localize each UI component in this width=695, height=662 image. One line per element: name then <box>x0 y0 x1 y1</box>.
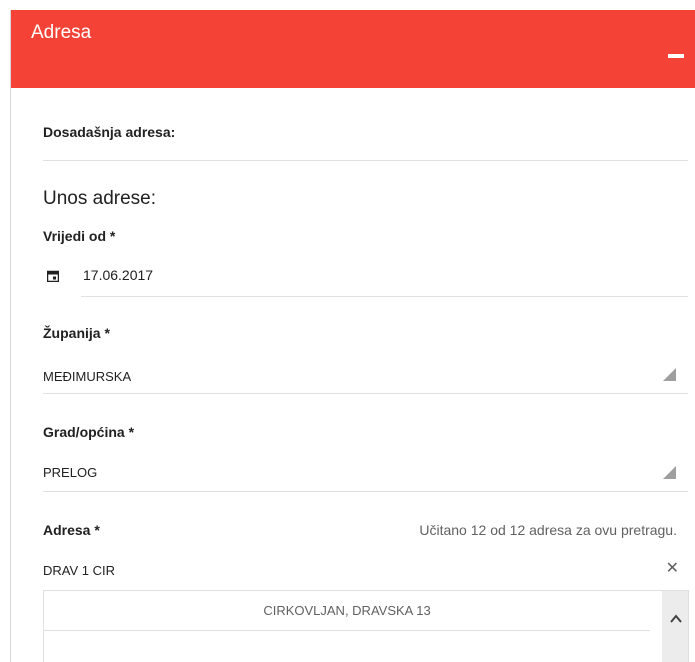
county-underline <box>43 393 688 394</box>
close-icon[interactable]: ✕ <box>666 558 679 578</box>
address-results-list: CIRKOVLJAN, DRAVSKA 13 <box>43 590 689 662</box>
chevron-up-icon[interactable] <box>670 613 682 625</box>
valid-from-label: Vrijedi od * <box>43 228 116 244</box>
dropdown-arrow-icon[interactable] <box>663 368 676 381</box>
date-underline <box>81 296 688 297</box>
panel-header[interactable]: Adresa <box>11 10 695 88</box>
divider <box>43 160 688 161</box>
valid-from-value: 17.06.2017 <box>83 267 154 283</box>
minus-icon[interactable] <box>668 54 684 58</box>
panel-title: Adresa <box>31 22 92 43</box>
county-value: MEĐIMURSKA <box>43 369 132 384</box>
scrollbar[interactable] <box>662 591 688 662</box>
section-title: Unos adrese: <box>43 188 157 209</box>
county-label: Županija * <box>43 325 110 341</box>
address-search-input[interactable]: DRAV 1 CIR <box>43 563 115 578</box>
address-label: Adresa * <box>43 522 100 538</box>
calendar-icon[interactable] <box>47 270 59 282</box>
city-label: Grad/općina * <box>43 424 135 440</box>
current-address-label: Dosadašnja adresa: <box>43 124 176 140</box>
list-item[interactable]: CIRKOVLJAN, DRAVSKA 13 <box>44 591 650 631</box>
dropdown-arrow-icon[interactable] <box>663 466 676 479</box>
valid-from-field[interactable]: 17.06.2017 <box>43 260 688 298</box>
address-panel: Adresa Dosadašnja adresa: Unos adrese: V… <box>10 10 695 662</box>
results-count-hint: Učitano 12 od 12 adresa za ovu pretragu. <box>419 522 677 538</box>
city-underline <box>43 491 688 492</box>
city-value: PRELOG <box>43 465 98 480</box>
